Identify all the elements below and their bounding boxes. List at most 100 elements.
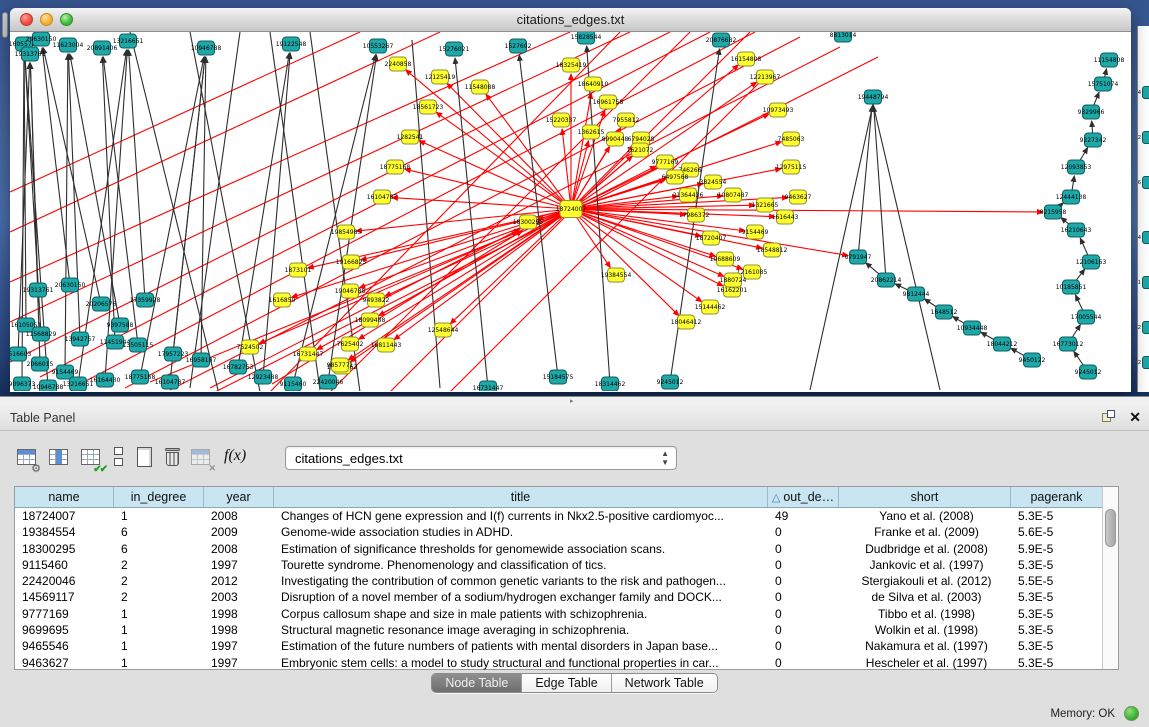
table-cell[interactable]: 5.3E-5 — [1011, 557, 1103, 573]
table-cell[interactable]: 5.9E-5 — [1011, 541, 1103, 557]
table-cell[interactable]: 9777169 — [15, 606, 114, 622]
column-header-short[interactable]: short — [839, 487, 1011, 507]
table-cell[interactable]: Investigating the contribution of common… — [274, 573, 768, 589]
import-table-button[interactable]: ✔✔ — [78, 445, 104, 471]
new-table-button[interactable] — [132, 445, 158, 471]
table-cell[interactable]: Structural magnetic resonance image aver… — [274, 622, 768, 638]
column-header-out_de[interactable]: △out_de… — [768, 487, 839, 507]
table-cell[interactable]: 9463627 — [15, 655, 114, 671]
table-cell[interactable]: 5.3E-5 — [1011, 508, 1103, 524]
table-cell[interactable]: Estimation of the future numbers of pati… — [274, 638, 768, 654]
delete-column-button[interactable] — [160, 445, 186, 471]
table-cell[interactable]: Wolkin et al. (1998) — [839, 622, 1011, 638]
table-cell[interactable]: Corpus callosum shape and size in male p… — [274, 606, 768, 622]
table-cell[interactable]: 0 — [768, 541, 839, 557]
table-cell[interactable]: 1 — [114, 622, 204, 638]
table-row[interactable]: 2242004622012Investigating the contribut… — [15, 573, 1118, 589]
table-cell[interactable]: 5.3E-5 — [1011, 622, 1103, 638]
table-cell[interactable]: Hescheler et al. (1997) — [839, 655, 1011, 671]
table-cell[interactable]: 0 — [768, 655, 839, 671]
table-cell[interactable]: 9115460 — [15, 557, 114, 573]
background-network-window[interactable]: 9315954922734212106161700554167730192450… — [1137, 26, 1149, 392]
table-cell[interactable]: 0 — [768, 622, 839, 638]
table-row[interactable]: 1938455462009Genome-wide association stu… — [15, 524, 1118, 540]
delete-table-button[interactable]: ✕ — [188, 445, 214, 471]
tab-edge-table[interactable]: Edge Table — [522, 674, 611, 692]
table-row[interactable]: 1872400712008Changes of HCN gene express… — [15, 508, 1118, 524]
table-cell[interactable]: 1 — [114, 508, 204, 524]
column-header-year[interactable]: year — [204, 487, 274, 507]
table-cell[interactable]: Nakamura et al. (1997) — [839, 638, 1011, 654]
table-cell[interactable]: Jankovic et al. (1997) — [839, 557, 1011, 573]
table-cell[interactable]: 1997 — [204, 557, 274, 573]
column-header-name[interactable]: name — [15, 487, 114, 507]
table-cell[interactable]: 0 — [768, 557, 839, 573]
close-panel-icon[interactable]: ✕ — [1129, 409, 1141, 426]
table-cell[interactable]: Tibbo et al. (1998) — [839, 606, 1011, 622]
table-cell[interactable]: 9465546 — [15, 638, 114, 654]
table-cell[interactable]: de Silva et al. (2003) — [839, 589, 1011, 605]
table-cell[interactable]: 2009 — [204, 524, 274, 540]
table-cell[interactable]: Estimation of significance thresholds fo… — [274, 541, 768, 557]
apply-function-button[interactable]: f(x) — [222, 445, 248, 471]
table-cell[interactable]: 6 — [114, 541, 204, 557]
select-columns-button[interactable] — [46, 445, 72, 471]
table-cell[interactable]: 18724007 — [15, 508, 114, 524]
table-row[interactable]: 1456911722003Disruption of a novel membe… — [15, 589, 1118, 605]
table-row[interactable]: 911546021997Tourette syndrome. Phenomeno… — [15, 557, 1118, 573]
table-row[interactable]: 946554611997Estimation of the future num… — [15, 638, 1118, 654]
table-cell[interactable]: 0 — [768, 524, 839, 540]
table-cell[interactable]: 5.3E-5 — [1011, 638, 1103, 654]
table-cell[interactable]: Changes of HCN gene expression and I(f) … — [274, 508, 768, 524]
table-cell[interactable]: 0 — [768, 573, 839, 589]
column-header-in_degree[interactable]: in_degree — [114, 487, 204, 507]
table-cell[interactable]: 2 — [114, 589, 204, 605]
table-row[interactable]: 977716911998Corpus callosum shape and si… — [15, 606, 1118, 622]
table-cell[interactable]: 18300295 — [15, 541, 114, 557]
table-cell[interactable]: 22420046 — [15, 573, 114, 589]
table-cell[interactable]: 1998 — [204, 606, 274, 622]
network-table-selector[interactable]: citations_edges.txt ▲▼ — [285, 446, 677, 470]
column-header-title[interactable]: title — [274, 487, 768, 507]
table-cell[interactable]: Genome-wide association studies in ADHD. — [274, 524, 768, 540]
table-cell[interactable]: 5.6E-5 — [1011, 524, 1103, 540]
table-cell[interactable]: Embryonic stem cells: a model to study s… — [274, 655, 768, 671]
table-cell[interactable]: 5.3E-5 — [1011, 589, 1103, 605]
tab-network-table[interactable]: Network Table — [612, 674, 717, 692]
panel-divider[interactable]: ▸ — [0, 396, 1149, 405]
table-cell[interactable]: 2012 — [204, 573, 274, 589]
table-cell[interactable]: 0 — [768, 638, 839, 654]
table-cell[interactable]: 1 — [114, 638, 204, 654]
table-cell[interactable]: 1997 — [204, 638, 274, 654]
network-canvas[interactable]: 1872400716055781206301501931376111623004… — [10, 32, 1131, 391]
table-cell[interactable]: 1998 — [204, 622, 274, 638]
table-cell[interactable]: 2003 — [204, 589, 274, 605]
table-cell[interactable]: 1997 — [204, 655, 274, 671]
table-cell[interactable]: 49 — [768, 508, 839, 524]
table-cell[interactable]: Tourette syndrome. Phenomenology and cla… — [274, 557, 768, 573]
table-scrollbar[interactable] — [1102, 487, 1118, 669]
table-cell[interactable]: 5.3E-5 — [1011, 655, 1103, 671]
table-cell[interactable]: 2 — [114, 557, 204, 573]
table-cell[interactable]: Dudbridge et al. (2008) — [839, 541, 1011, 557]
table-cell[interactable]: 14569117 — [15, 589, 114, 605]
table-cell[interactable]: 0 — [768, 589, 839, 605]
table-cell[interactable]: Yano et al. (2008) — [839, 508, 1011, 524]
table-cell[interactable]: 6 — [114, 524, 204, 540]
table-cell[interactable]: 2 — [114, 573, 204, 589]
table-cell[interactable]: 1 — [114, 655, 204, 671]
table-cell[interactable]: 0 — [768, 606, 839, 622]
table-cell[interactable]: 5.3E-5 — [1011, 606, 1103, 622]
column-header-pagerank[interactable]: pagerank — [1011, 487, 1103, 507]
table-cell[interactable]: 1 — [114, 606, 204, 622]
table-cell[interactable]: 5.5E-5 — [1011, 573, 1103, 589]
table-row[interactable]: 969969511998Structural magnetic resonanc… — [15, 622, 1118, 638]
tab-node-table[interactable]: Node Table — [432, 674, 522, 692]
divider-handle-icon[interactable]: ▸ — [570, 398, 580, 405]
table-row[interactable]: 946362711997Embryonic stem cells: a mode… — [15, 655, 1118, 671]
table-row[interactable]: 1830029562008Estimation of significance … — [15, 541, 1118, 557]
column-cells-button[interactable] — [106, 445, 132, 471]
table-cell[interactable]: 19384554 — [15, 524, 114, 540]
table-settings-button[interactable]: ⚙ — [14, 445, 40, 471]
table-cell[interactable]: Disruption of a novel member of a sodium… — [274, 589, 768, 605]
